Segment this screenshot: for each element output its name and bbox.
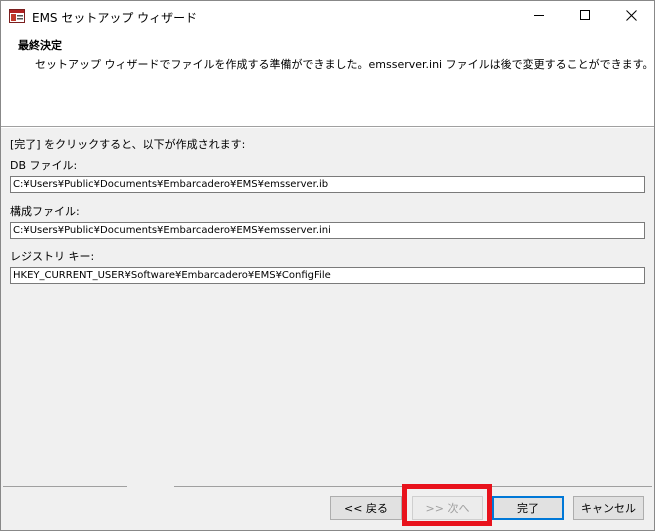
maximize-icon (580, 10, 590, 23)
maximize-button[interactable] (562, 1, 608, 32)
page-title: 最終決定 (18, 39, 62, 52)
registry-key-field[interactable]: HKEY_CURRENT_USER¥Software¥Embarcadero¥E… (10, 267, 645, 284)
minimize-icon (534, 10, 544, 23)
finish-button[interactable]: 完了 (492, 496, 564, 520)
header-panel: 最終決定 セットアップ ウィザードでファイルを作成する準備ができました。emss… (1, 32, 654, 126)
title-bar[interactable]: EMS セットアップ ウィザード (1, 1, 654, 32)
footer-divider (3, 486, 127, 487)
cancel-button[interactable]: キャンセル (573, 496, 644, 520)
header-divider (1, 126, 654, 128)
setup-wizard-window: EMS セットアップ ウィザード 最終決定 セットアップ ウィザードでファイルを… (0, 0, 655, 531)
db-file-field[interactable]: C:¥Users¥Public¥Documents¥Embarcadero¥EM… (10, 176, 645, 193)
close-button[interactable] (608, 1, 654, 32)
registry-key-label: レジストリ キー: (10, 250, 95, 263)
window-title: EMS セットアップ ウィザード (32, 11, 198, 25)
footer-divider (174, 486, 652, 487)
close-icon (625, 9, 637, 24)
page-description: セットアップ ウィザードでファイルを作成する準備ができました。emsserver… (35, 58, 654, 71)
config-file-field[interactable]: C:¥Users¥Public¥Documents¥Embarcadero¥EM… (10, 222, 645, 239)
db-file-label: DB ファイル: (10, 159, 78, 172)
intro-text: [完了] をクリックすると、以下が作成されます: (10, 138, 246, 151)
back-button[interactable]: << 戻る (330, 496, 402, 520)
minimize-button[interactable] (516, 1, 562, 32)
setup-app-icon (9, 8, 25, 24)
config-file-label: 構成ファイル: (10, 205, 80, 218)
next-button[interactable]: >> 次へ (412, 496, 483, 520)
